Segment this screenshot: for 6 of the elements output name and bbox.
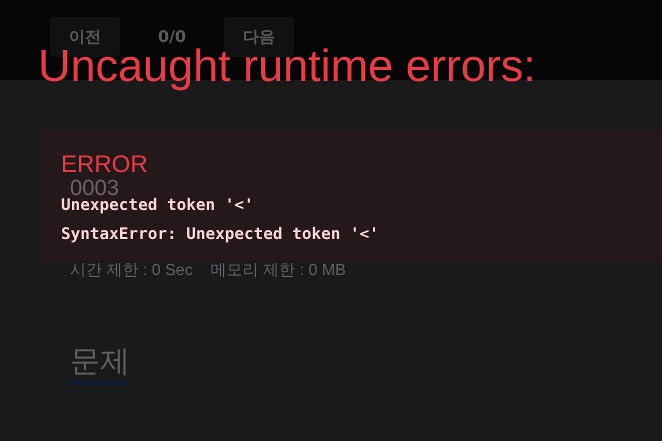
section-heading: 문제 bbox=[70, 345, 130, 385]
next-button[interactable]: 다음 bbox=[224, 17, 294, 57]
error-stack: SyntaxError: Unexpected token '<' bbox=[61, 223, 380, 245]
limit-text: 메모리 제한 : 0 MB bbox=[210, 261, 346, 281]
page-counter: 0/0 bbox=[156, 26, 188, 48]
limit-text: 시간 제한 : 0 Sec bbox=[70, 261, 193, 281]
